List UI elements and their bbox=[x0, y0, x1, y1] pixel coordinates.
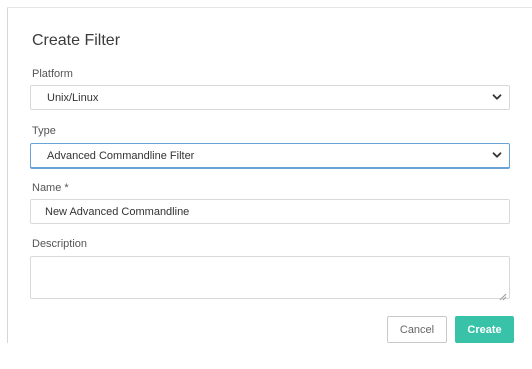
type-select[interactable]: Advanced Commandline Filter bbox=[30, 143, 510, 168]
platform-label: Platform bbox=[32, 68, 73, 80]
cancel-button[interactable]: Cancel bbox=[387, 316, 447, 343]
description-label: Description bbox=[32, 238, 88, 250]
platform-select[interactable]: Unix/Linux bbox=[30, 85, 510, 110]
name-label: Name * bbox=[32, 182, 69, 194]
chevron-down-icon bbox=[492, 92, 502, 102]
type-label: Type bbox=[32, 125, 56, 137]
dialog-top-border bbox=[7, 7, 532, 8]
dialog-title: Create Filter bbox=[32, 32, 121, 49]
name-input-value: New Advanced Commandline bbox=[45, 205, 190, 218]
name-input[interactable]: New Advanced Commandline bbox=[30, 199, 510, 224]
dialog-left-border bbox=[7, 7, 8, 343]
resize-grip-icon[interactable] bbox=[499, 288, 507, 301]
chevron-down-icon bbox=[492, 150, 502, 160]
description-textarea[interactable] bbox=[30, 256, 510, 301]
type-selected-value: Advanced Commandline Filter bbox=[47, 149, 195, 162]
create-button[interactable]: Create bbox=[455, 316, 514, 343]
create-filter-dialog: Create Filter Platform Unix/Linux Type A… bbox=[0, 0, 532, 369]
platform-selected-value: Unix/Linux bbox=[47, 91, 99, 104]
